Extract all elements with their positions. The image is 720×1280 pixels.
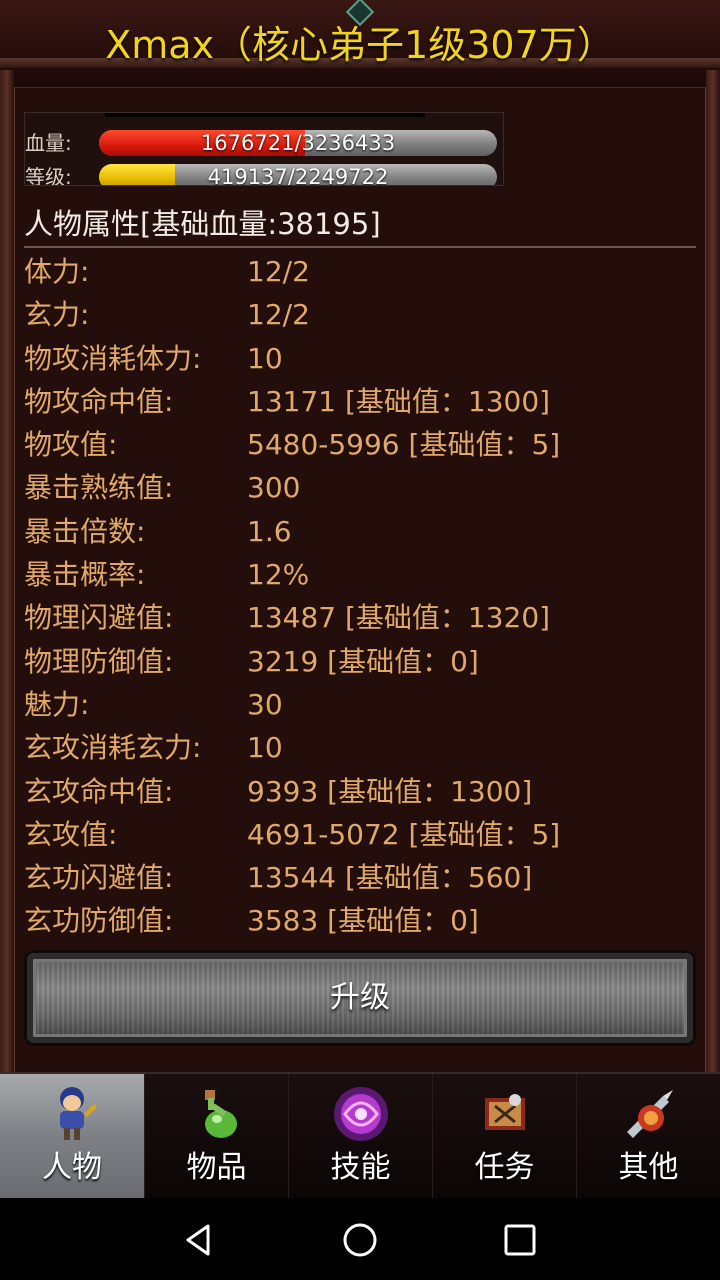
attribute-label: 物攻消耗体力:: [24, 341, 202, 375]
android-nav-bar: [0, 1198, 720, 1280]
attribute-label: 魅力:: [24, 687, 90, 721]
attribute-row: 玄攻值: 4691-5072 [基础值：5]: [24, 813, 696, 856]
attribute-row: 玄攻命中值: 9393 [基础值：1300]: [24, 770, 696, 813]
attribute-value: 3219 [基础值：0]: [247, 644, 479, 678]
attribute-row: 物理防御值: 3219 [基础值：0]: [24, 640, 696, 683]
attribute-value: 13171 [基础值：1300]: [247, 384, 551, 418]
attribute-row: 物攻命中值: 13171 [基础值：1300]: [24, 380, 696, 423]
attribute-label: 玄攻值:: [24, 817, 118, 851]
attribute-row: 物攻消耗体力: 10: [24, 337, 696, 380]
attribute-label: 暴击概率:: [24, 558, 146, 592]
attribute-value: 10: [247, 341, 283, 375]
attribute-value: 300: [247, 471, 301, 505]
frame-rail-left: [0, 70, 14, 1075]
bottom-tab-bar: 人物 物品 技能 任务 其他: [0, 1072, 720, 1200]
tab-label: 技能: [330, 1150, 391, 1185]
attribute-label: 玄功闪避值:: [24, 861, 174, 895]
attribute-value: 12/2: [247, 255, 310, 288]
attribute-label: 物理闪避值:: [24, 601, 174, 635]
attribute-row: 物理闪避值: 13487 [基础值：1320]: [24, 596, 696, 639]
attribute-row: 暴击倍数: 1.6: [24, 510, 696, 553]
attribute-value: 12/2: [247, 298, 310, 332]
attribute-value: 1.6: [247, 514, 292, 548]
attribute-row: 玄力: 12/2: [24, 293, 696, 336]
attribute-row: 玄功闪避值: 13544 [基础值：560]: [24, 856, 696, 899]
tab-skills[interactable]: 技能: [288, 1074, 432, 1198]
attribute-row: 玄攻消耗玄力: 10: [24, 726, 696, 769]
status-bars: 血量: 1676721/3236433 等级: 419137/2249722: [24, 112, 504, 186]
attribute-list: 体力: 12/2 玄力: 12/2 物攻消耗体力: 10 物攻命中值: 13171 [基础值：…: [24, 250, 696, 943]
attribute-label: 物攻命中值:: [24, 384, 174, 418]
attribute-row: 物攻值: 5480-5996 [基础值：5]: [24, 423, 696, 466]
exp-bar: 419137/2249722: [99, 164, 497, 186]
attribute-value: 13544 [基础值：560]: [247, 861, 533, 895]
recents-icon[interactable]: [498, 1218, 542, 1262]
frame-rail-right: [706, 70, 720, 1075]
attribute-value: 9393 [基础值：1300]: [247, 774, 533, 808]
attribute-label: 玄功防御值:: [24, 904, 174, 938]
attribute-value: 12%: [247, 558, 310, 592]
home-icon[interactable]: [338, 1218, 382, 1262]
attribute-value: 5480-5996 [基础值：5]: [247, 428, 561, 462]
attribute-label: 暴击倍数:: [24, 514, 146, 548]
attribute-row: 暴击概率: 12%: [24, 553, 696, 596]
hp-label: 血量:: [25, 131, 72, 155]
attribute-value: 10: [247, 731, 283, 765]
page-title: Xmax（核心弟子1级307万）: [105, 23, 615, 67]
hp-bar: 1676721/3236433: [99, 130, 497, 156]
potion-icon: [205, 1090, 237, 1138]
exp-label: 等级:: [25, 165, 72, 186]
tab-label: 其他: [618, 1150, 679, 1185]
attributes-header: 人物属性[基础血量:38195]: [24, 204, 696, 248]
attribute-label: 暴击熟练值:: [24, 471, 174, 505]
attribute-label: 玄攻消耗玄力:: [24, 731, 202, 765]
attribute-label: 物理防御值:: [24, 644, 174, 678]
attribute-row: 玄功防御值: 3583 [基础值：0]: [24, 899, 696, 942]
attribute-label: 体力:: [24, 255, 90, 288]
tab-other[interactable]: 其他: [576, 1074, 720, 1198]
attribute-row: 暴击熟练值: 300: [24, 466, 696, 509]
character-icon: [60, 1087, 97, 1140]
attribute-value: 13487 [基础值：1320]: [247, 601, 551, 635]
quest-icon: [485, 1094, 525, 1130]
tab-label: 任务: [474, 1150, 535, 1185]
tab-label: 人物: [42, 1150, 102, 1185]
tab-quests[interactable]: 任务: [432, 1074, 576, 1198]
attribute-value: 3583 [基础值：0]: [247, 904, 479, 938]
misc-icon: [627, 1090, 673, 1138]
tab-character[interactable]: 人物: [0, 1074, 144, 1198]
hp-value: 1676721/3236433: [200, 131, 396, 155]
attribute-value: 4691-5072 [基础值：5]: [247, 817, 561, 851]
upgrade-button[interactable]: 升级: [24, 950, 696, 1046]
attribute-label: 玄力:: [24, 298, 90, 332]
tab-label: 物品: [186, 1150, 247, 1185]
tab-items[interactable]: 物品: [144, 1074, 288, 1198]
attribute-label: 物攻值:: [24, 428, 118, 462]
attribute-row: 魅力: 30: [24, 683, 696, 726]
attribute-value: 30: [247, 687, 283, 721]
attribute-label: 玄攻命中值:: [24, 774, 174, 808]
back-icon[interactable]: [178, 1218, 222, 1262]
attribute-row: 体力: 12/2: [24, 250, 696, 293]
exp-value: 419137/2249722: [207, 165, 389, 186]
skill-orb-icon: [334, 1087, 388, 1141]
